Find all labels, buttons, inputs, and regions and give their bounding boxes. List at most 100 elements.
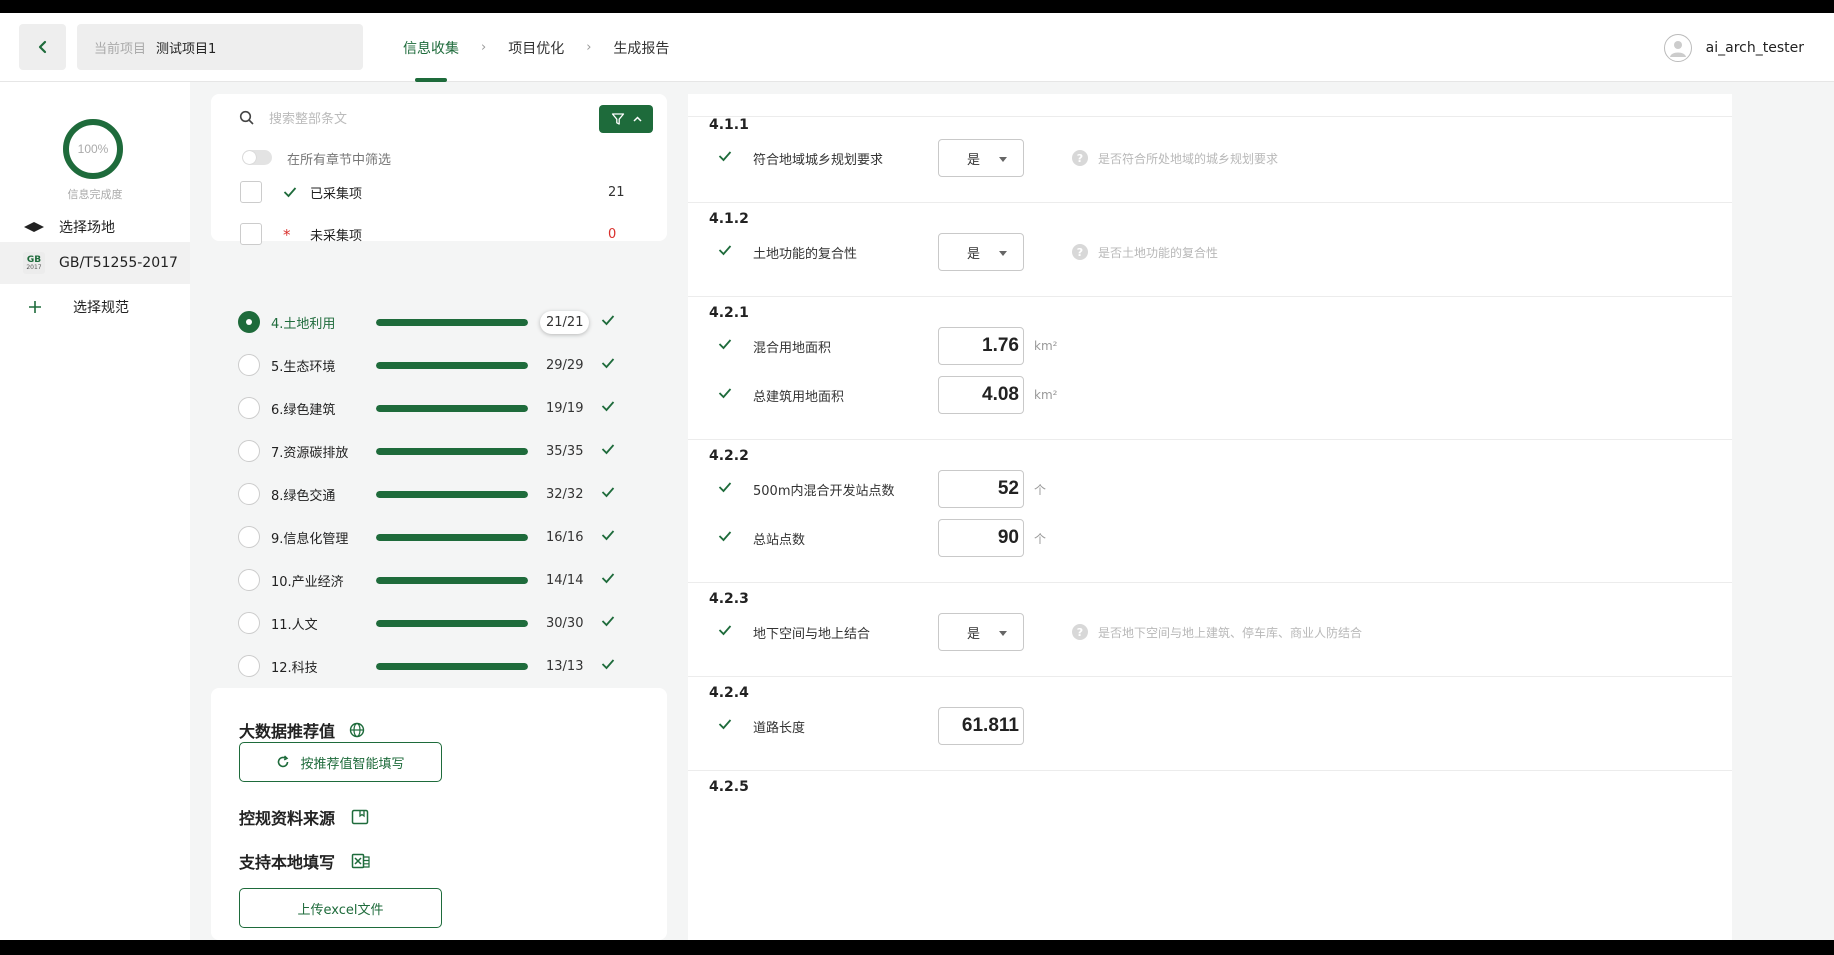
all-chapters-toggle[interactable] [242, 150, 272, 165]
form-field: 道路长度 [718, 707, 1698, 745]
filter-button[interactable] [599, 105, 653, 133]
current-project-value: 测试项目1 [156, 41, 217, 57]
chapter-count: 19/19 [546, 400, 584, 416]
chapter-title: 12.科技 [271, 660, 318, 676]
chapter-radio[interactable] [238, 655, 260, 677]
chapter-title: 10.产业经济 [271, 574, 344, 590]
field-number-input[interactable] [938, 327, 1024, 365]
field-hint: ? 是否地下空间与地上建筑、停车库、商业人防结合 [1072, 624, 1362, 641]
chapter-title: 4.土地利用 [271, 316, 336, 332]
form-field: 500m内混合开发站点数 个 [718, 470, 1698, 508]
field-select[interactable]: 是 [938, 233, 1024, 271]
user-name: ai_arch_tester [1705, 39, 1804, 56]
form-field: 符合地域城乡规划要求 是? 是否符合所处地域的城乡规划要求 [718, 139, 1698, 177]
chapter-item[interactable]: 4.土地利用 21/21 [238, 307, 628, 337]
field-unit: km² [1034, 339, 1058, 353]
completion-ring: 100% [63, 119, 123, 179]
check-icon [601, 443, 615, 459]
chapter-radio[interactable] [238, 483, 260, 505]
chapter-count: 21/21 [540, 310, 590, 334]
chapter-radio[interactable] [238, 397, 260, 419]
help-icon[interactable]: ? [1072, 150, 1088, 166]
chapter-count: 29/29 [546, 357, 584, 373]
section-divider [688, 439, 1732, 440]
select-value: 是 [967, 152, 981, 168]
field-label: 总建筑用地面积 [753, 389, 845, 405]
field-unit: 个 [1034, 482, 1047, 497]
chapter-item[interactable]: 5.生态环境 29/29 [238, 350, 628, 380]
help-icon[interactable]: ? [1072, 244, 1088, 260]
step-project-optimize[interactable]: 项目优化 [508, 13, 564, 82]
current-project-box: 当前项目 测试项目1 [77, 24, 363, 70]
chapter-item[interactable]: 9.信息化管理 16/16 [238, 522, 628, 552]
chevron-up-icon [632, 116, 642, 122]
check-icon [601, 529, 615, 545]
avatar [1663, 33, 1692, 62]
step-generate-report[interactable]: 生成报告 [613, 13, 669, 82]
field-hint-text: 是否土地功能的复合性 [1098, 245, 1219, 260]
form-panel: 4.1.1 符合地域城乡规划要求是? 是否符合所处地域的城乡规划要求 4.1.2 土地功… [688, 94, 1732, 940]
chapter-radio[interactable] [238, 569, 260, 591]
step-label: 信息收集 [403, 40, 459, 57]
smart-fill-label: 按推荐值智能填写 [300, 756, 405, 772]
chapter-radio[interactable] [238, 311, 260, 333]
local-fill-title: 支持本地填写 [239, 853, 336, 872]
globe-icon[interactable] [349, 722, 365, 738]
chapter-item[interactable]: 6.绿色建筑 19/19 [238, 393, 628, 423]
section-divider [688, 676, 1732, 677]
chapter-item[interactable]: 8.绿色交通 32/32 [238, 479, 628, 509]
back-button[interactable] [19, 24, 66, 70]
form-field: 土地功能的复合性 是? 是否土地功能的复合性 [718, 233, 1698, 271]
field-number-input[interactable] [938, 470, 1024, 508]
smart-fill-button[interactable]: 按推荐值智能填写 [239, 742, 442, 782]
field-select[interactable]: 是 [938, 613, 1024, 651]
check-icon [601, 572, 615, 588]
check-icon [601, 357, 615, 373]
section-code: 4.2.2 [709, 448, 749, 464]
uncollected-filter-row: * 未采集项 0 [240, 222, 640, 246]
check-icon [601, 486, 615, 502]
field-number-input[interactable] [938, 376, 1024, 414]
chapter-count: 30/30 [546, 615, 584, 631]
refresh-icon [278, 755, 289, 768]
chapter-item[interactable]: 7.资源碳排放 35/35 [238, 436, 628, 466]
help-icon[interactable]: ? [1072, 624, 1088, 640]
sidebar-item-gb-standard[interactable]: GB 2017 GB/T51255-2017 [0, 242, 190, 284]
user-menu[interactable]: ai_arch_tester [1663, 13, 1804, 82]
check-icon [601, 658, 615, 674]
chapter-title: 8.绿色交通 [271, 488, 336, 504]
document-icon[interactable] [351, 809, 369, 825]
chapter-item[interactable]: 11.人文 30/30 [238, 608, 628, 638]
section-code: 4.2.5 [709, 779, 749, 795]
source-title: 控规资料来源 [239, 809, 336, 828]
chapter-progress-bar [376, 576, 528, 584]
field-select[interactable]: 是 [938, 139, 1024, 177]
chapter-item[interactable]: 10.产业经济 14/14 [238, 565, 628, 595]
form-field: 混合用地面积 km² [718, 327, 1698, 365]
upload-excel-label: 上传excel文件 [297, 902, 384, 918]
chapter-radio[interactable] [238, 440, 260, 462]
upload-excel-button[interactable]: 上传excel文件 [239, 888, 442, 928]
uncollected-checkbox[interactable] [240, 223, 262, 245]
step-info-collection[interactable]: 信息收集 [403, 13, 459, 82]
field-number-input[interactable] [938, 519, 1024, 557]
chapter-radio[interactable] [238, 612, 260, 634]
check-icon [718, 150, 732, 166]
chapter-radio[interactable] [238, 526, 260, 548]
excel-icon[interactable] [351, 853, 371, 869]
all-chapters-toggle-label: 在所有章节中筛选 [287, 153, 392, 168]
chapter-progress-bar [376, 318, 528, 326]
collected-filter-row: 已采集项 21 [240, 180, 640, 204]
select-value: 是 [967, 626, 981, 642]
check-icon [718, 387, 732, 403]
field-hint: ? 是否土地功能的复合性 [1072, 244, 1218, 261]
field-number-input[interactable] [938, 707, 1024, 745]
search-input[interactable] [269, 110, 569, 126]
field-unit: km² [1034, 388, 1058, 402]
collected-checkbox[interactable] [240, 181, 262, 203]
layers-icon [24, 222, 44, 232]
sidebar-item-select-spec[interactable]: 选择规范 [0, 286, 190, 328]
caret-down-icon [999, 251, 1007, 256]
chapter-item[interactable]: 12.科技 13/13 [238, 651, 628, 681]
chapter-radio[interactable] [238, 354, 260, 376]
